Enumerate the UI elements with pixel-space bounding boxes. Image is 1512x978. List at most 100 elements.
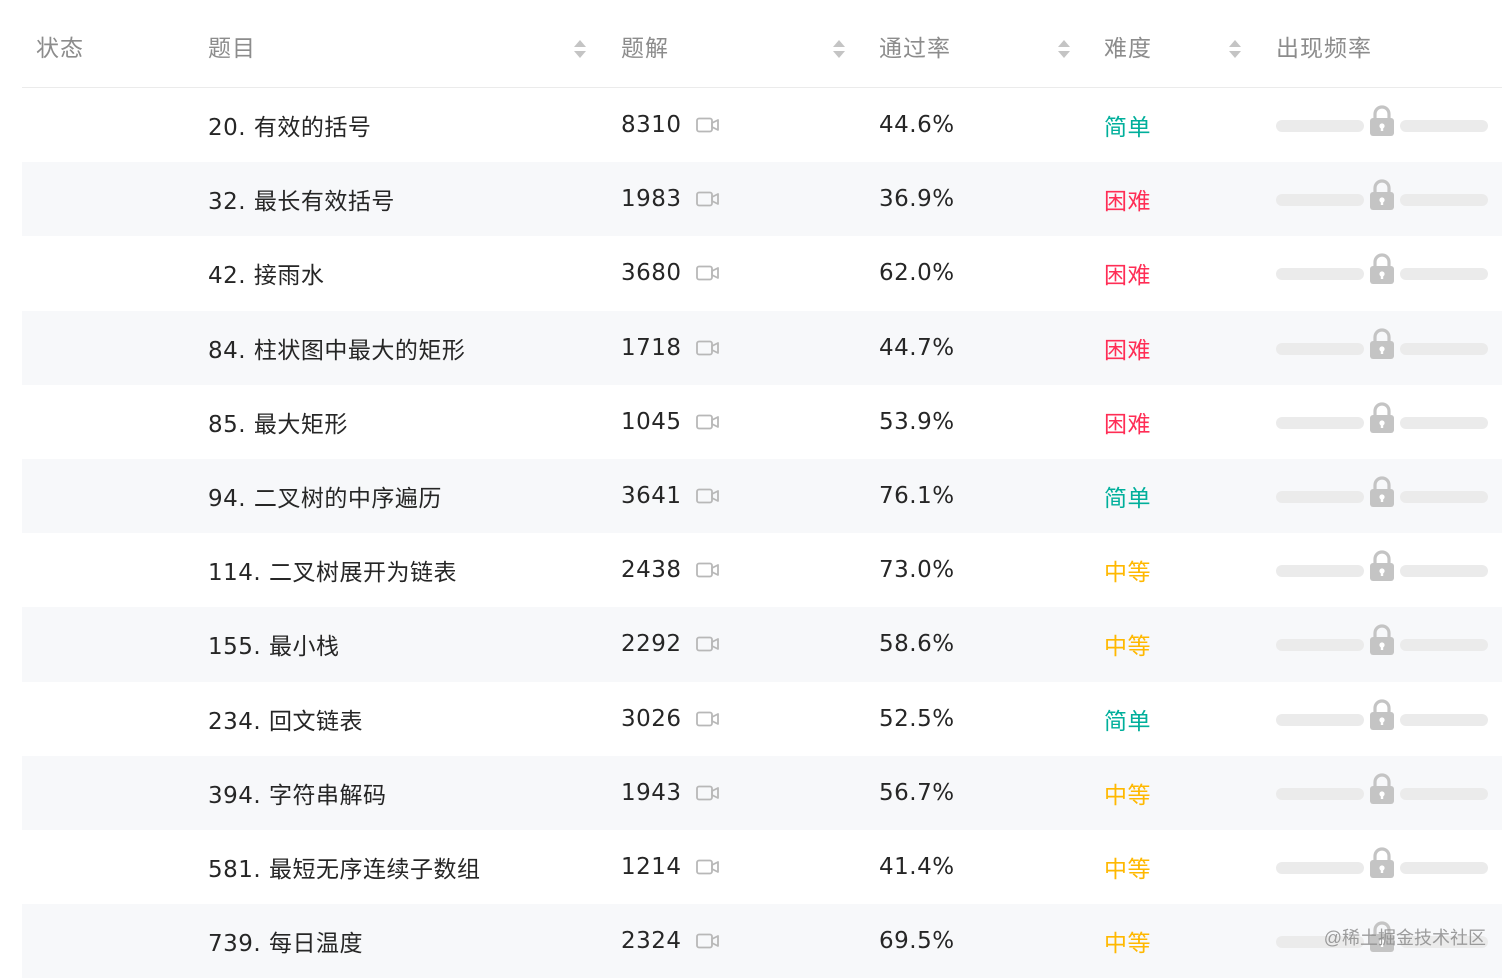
frequency-bar-track [1276, 268, 1364, 280]
frequency-bar [1276, 555, 1488, 585]
pass-rate: 44.7% [879, 335, 955, 361]
video-icon[interactable] [696, 636, 720, 652]
lock-icon [1368, 475, 1396, 509]
video-icon[interactable] [696, 191, 720, 207]
pass-rate: 41.4% [879, 854, 955, 880]
problem-title-link[interactable]: 155. 最小栈 [208, 627, 340, 661]
frequency-bar [1276, 704, 1488, 734]
problem-title-link[interactable]: 394. 字符串解码 [208, 776, 387, 810]
frequency-bar-track [1400, 788, 1488, 800]
column-header-title[interactable]: 题目 [208, 32, 256, 66]
pass-rate: 56.7% [879, 780, 955, 806]
pass-rate: 52.5% [879, 706, 955, 732]
frequency-bar-track [1276, 343, 1364, 355]
video-icon[interactable] [696, 488, 720, 504]
table-row[interactable]: 85. 最大矩形104553.9%困难 [22, 385, 1502, 459]
solution-count[interactable]: 3026 [621, 706, 682, 732]
frequency-bar-track [1276, 788, 1364, 800]
difficulty-label: 中等 [1104, 924, 1151, 958]
problem-title-link[interactable]: 114. 二叉树展开为链表 [208, 553, 457, 587]
table-row[interactable]: 581. 最短无序连续子数组121441.4%中等 [22, 830, 1502, 904]
frequency-bar [1276, 778, 1488, 808]
frequency-bar-track [1400, 268, 1488, 280]
pass-rate: 73.0% [879, 557, 955, 583]
frequency-bar-track [1276, 120, 1364, 132]
lock-icon [1368, 104, 1396, 138]
table-row[interactable]: 94. 二叉树的中序遍历 3641 76.1% 简单 [22, 459, 1502, 533]
watermark: @稀土掘金技术社区 [1324, 924, 1486, 950]
table-row[interactable]: 20. 有效的括号831044.6%简单 [22, 88, 1502, 162]
frequency-bar-track [1276, 194, 1364, 206]
solution-count[interactable]: 3680 [621, 260, 682, 286]
frequency-bar-track [1400, 120, 1488, 132]
frequency-bar [1276, 333, 1488, 363]
video-icon[interactable] [696, 414, 720, 430]
problem-title-link[interactable]: 85. 最大矩形 [208, 405, 348, 439]
sort-icon[interactable] [1228, 40, 1242, 60]
frequency-bar [1276, 184, 1488, 214]
difficulty-label: 简单 [1104, 702, 1151, 736]
lock-icon [1368, 178, 1396, 212]
problem-title-link[interactable]: 84. 柱状图中最大的矩形 [208, 331, 465, 365]
column-header-difficulty[interactable]: 难度 [1104, 32, 1152, 66]
lock-icon [1368, 698, 1396, 732]
sort-icon[interactable] [832, 40, 846, 60]
video-icon[interactable] [696, 340, 720, 356]
problem-title-link[interactable]: 581. 最短无序连续子数组 [208, 850, 481, 884]
frequency-bar-track [1276, 714, 1364, 726]
difficulty-label: 困难 [1104, 331, 1151, 365]
problem-title-link[interactable]: 20. 有效的括号 [208, 108, 371, 142]
solution-count[interactable]: 1718 [621, 335, 682, 361]
frequency-bar-track [1276, 491, 1364, 503]
frequency-bar-track [1400, 343, 1488, 355]
table-row[interactable]: 234. 回文链表 3026 52.5% 简单 [22, 682, 1502, 756]
solution-count[interactable]: 1943 [621, 780, 682, 806]
frequency-bar [1276, 407, 1488, 437]
video-icon[interactable] [696, 785, 720, 801]
solution-count[interactable]: 1983 [621, 186, 682, 212]
problem-title-link[interactable]: 94. 二叉树的中序遍历 [208, 479, 442, 513]
solution-count[interactable]: 3641 [621, 483, 682, 509]
solution-count[interactable]: 2324 [621, 928, 682, 954]
table-row[interactable]: 32. 最长有效括号198336.9%困难 [22, 162, 1502, 236]
frequency-bar-track [1400, 639, 1488, 651]
solution-count[interactable]: 2438 [621, 557, 682, 583]
lock-icon [1368, 846, 1396, 880]
column-header-frequency: 出现频率 [1276, 32, 1372, 66]
lock-icon [1368, 623, 1396, 657]
problem-title-link[interactable]: 739. 每日温度 [208, 924, 363, 958]
table-row[interactable]: 394. 字符串解码194356.7%中等 [22, 756, 1502, 830]
solution-count[interactable]: 8310 [621, 112, 682, 138]
pass-rate: 62.0% [879, 260, 955, 286]
video-icon[interactable] [696, 933, 720, 949]
video-icon[interactable] [696, 265, 720, 281]
video-icon[interactable] [696, 859, 720, 875]
video-icon[interactable] [696, 711, 720, 727]
lock-icon [1368, 549, 1396, 583]
table-row[interactable]: 42. 接雨水368062.0%困难 [22, 236, 1502, 310]
column-header-solutions[interactable]: 题解 [621, 32, 669, 66]
solution-count[interactable]: 2292 [621, 631, 682, 657]
pass-rate: 76.1% [879, 483, 955, 509]
table-row[interactable]: 739. 每日温度232469.5%中等 [22, 904, 1502, 978]
frequency-bar [1276, 481, 1488, 511]
table-row[interactable]: 155. 最小栈229258.6%中等 [22, 607, 1502, 681]
difficulty-label: 中等 [1104, 553, 1151, 587]
column-header-pass-rate[interactable]: 通过率 [879, 32, 951, 66]
video-icon[interactable] [696, 117, 720, 133]
sort-icon[interactable] [573, 40, 587, 60]
difficulty-label: 简单 [1104, 479, 1151, 513]
pass-rate: 44.6% [879, 112, 955, 138]
lock-icon [1368, 252, 1396, 286]
table-row[interactable]: 114. 二叉树展开为链表 2438 73.0% 中等 [22, 533, 1502, 607]
problem-title-link[interactable]: 234. 回文链表 [208, 702, 363, 736]
problem-title-link[interactable]: 42. 接雨水 [208, 256, 324, 290]
solution-count[interactable]: 1045 [621, 409, 682, 435]
frequency-bar [1276, 258, 1488, 288]
sort-icon[interactable] [1057, 40, 1071, 60]
table-row[interactable]: 84. 柱状图中最大的矩形 1718 44.7% 困难 [22, 311, 1502, 385]
frequency-bar-track [1276, 862, 1364, 874]
solution-count[interactable]: 1214 [621, 854, 682, 880]
video-icon[interactable] [696, 562, 720, 578]
problem-title-link[interactable]: 32. 最长有效括号 [208, 182, 395, 216]
